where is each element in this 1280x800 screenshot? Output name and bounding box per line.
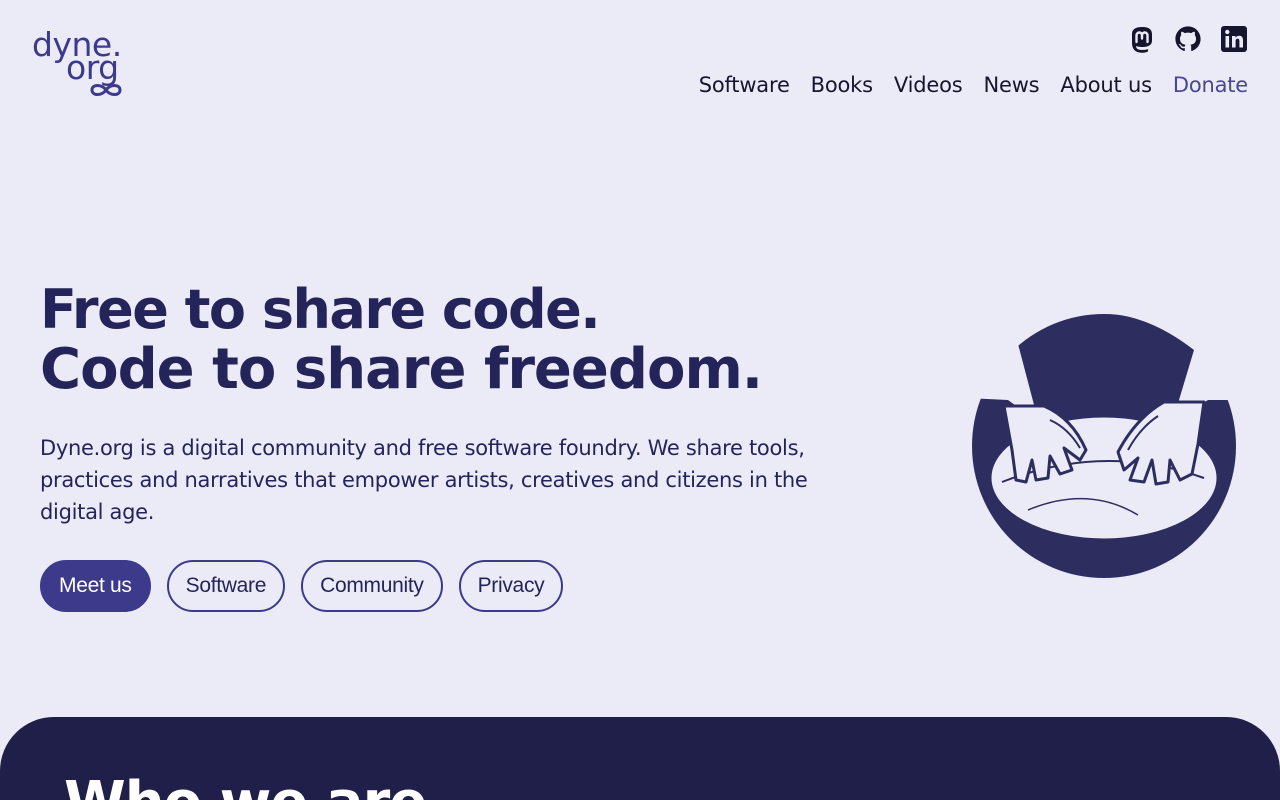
hero-buttons: Meet us Software Community Privacy: [40, 560, 564, 612]
who-we-are-heading: Who we are: [64, 771, 427, 800]
nav-item-news[interactable]: News: [983, 70, 1039, 100]
nav-item-donate[interactable]: Donate: [1173, 70, 1248, 100]
privacy-button[interactable]: Privacy: [458, 560, 564, 612]
main-nav: Software Books Videos News About us Dona…: [699, 70, 1249, 100]
hero-title-line1: Free to share code.: [40, 278, 601, 341]
software-button[interactable]: Software: [166, 560, 286, 612]
meet-us-button[interactable]: Meet us: [40, 560, 151, 612]
nav-item-about-us[interactable]: About us: [1060, 70, 1152, 100]
community-button[interactable]: Community: [301, 560, 443, 612]
github-icon[interactable]: [1174, 24, 1202, 54]
page: dyne. org Software Books Videos News Abo…: [0, 0, 1280, 800]
hero-title-line2: Code to share freedom.: [40, 337, 763, 402]
social-links: [1128, 24, 1248, 54]
dyne-logo[interactable]: dyne. org: [32, 28, 124, 98]
nav-item-software[interactable]: Software: [699, 70, 790, 100]
nav-item-videos[interactable]: Videos: [894, 70, 963, 100]
linkedin-icon[interactable]: [1220, 24, 1248, 54]
mastodon-icon[interactable]: [1128, 24, 1156, 54]
hero-description: Dyne.org is a digital community and free…: [40, 436, 808, 524]
infinity-icon: [90, 84, 122, 96]
handshake-illustration: [972, 314, 1236, 578]
nav-item-books[interactable]: Books: [811, 70, 873, 100]
who-we-are-section: Who we are: [0, 717, 1280, 800]
